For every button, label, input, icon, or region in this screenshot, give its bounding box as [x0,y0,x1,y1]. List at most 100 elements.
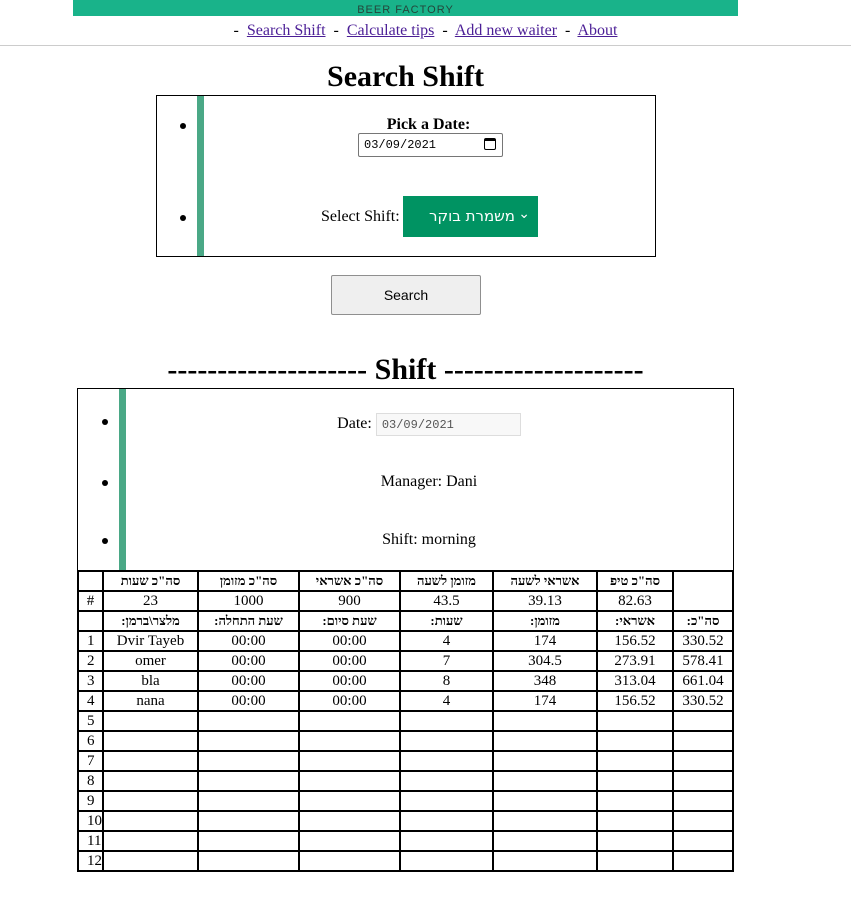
table-cell [298,770,401,792]
table-cell [197,710,300,732]
nav-link-about[interactable]: About [577,22,617,39]
table-cell [596,770,674,792]
waiters-header: אשראי: [596,610,674,632]
table-cell [492,710,598,732]
table-cell: 4 [399,690,494,712]
table-cell [596,830,674,852]
table-cell [596,810,674,832]
bullet [102,480,108,486]
table-cell [102,830,199,852]
summary-value: 23 [102,590,199,612]
table-cell: 156.52 [596,630,674,652]
table-cell [596,850,674,872]
calendar-icon[interactable] [484,138,496,150]
table-cell: omer [102,650,199,672]
table-cell [298,710,401,732]
waiters-header: מזומן: [492,610,598,632]
table-cell: 330.52 [672,630,734,652]
table-cell [298,750,401,772]
table-cell: 00:00 [197,630,300,652]
row-index: 1 [77,630,104,652]
table-cell: 578.41 [672,650,734,672]
table-cell [672,770,734,792]
table-cell [492,790,598,812]
shift-select[interactable]: משמרת בוקר ⌄ [403,196,538,237]
summary-value: 43.5 [399,590,494,612]
table-cell: 313.04 [596,670,674,692]
row-index: 7 [77,750,104,772]
table-cell [298,810,401,832]
summary-header: סה"כ טיפ [596,570,674,592]
waiters-header: מלצר\ברמן: [102,610,199,632]
summary-header: סה"כ אשראי [298,570,401,592]
row-index: 3 [77,670,104,692]
shift-date-row: Date: 03/09/2021 [125,413,733,436]
table-row: 1 Dvir Tayeb 00:00 00:00 4 174 156.52 330.52 [77,630,734,652]
table-cell [197,810,300,832]
table-cell [399,810,494,832]
nav-link-add-waiter[interactable]: Add new waiter [455,22,557,39]
table-row: 11 [77,830,734,852]
shift-info: Date: 03/09/2021 Manager: Dani Shift: mo… [77,388,734,571]
table-cell [596,750,674,772]
table-cell: 273.91 [596,650,674,672]
row-index: 6 [77,730,104,752]
table-cell [102,790,199,812]
summary-value: 900 [298,590,401,612]
table-cell [102,710,199,732]
shift-date-label: Date: [337,415,372,433]
table-cell: 304.5 [492,650,598,672]
bullet [180,215,186,221]
shift-manager: Manager: Dani [380,473,478,490]
table-cell [399,790,494,812]
table-cell [102,750,199,772]
table-cell: 00:00 [298,650,401,672]
table-cell [298,790,401,812]
table-cell: 174 [492,630,598,652]
table-cell [399,770,494,792]
table-cell: 00:00 [298,670,401,692]
table-cell [492,850,598,872]
nav-link-calculate-tips[interactable]: Calculate tips [347,22,435,39]
search-button[interactable]: Search [331,275,481,315]
summary-values-row: # 23 1000 900 43.5 39.13 82.63 [77,590,733,612]
bullet [180,123,186,129]
summary-value: 39.13 [492,590,598,612]
table-cell [672,710,734,732]
table-cell [399,750,494,772]
table-cell [102,850,199,872]
table-row: 8 [77,770,734,792]
shift-table: סה"כ שעות סה"כ מזומן סה"כ אשראי מזומן לש… [77,570,734,872]
table-row: 7 [77,750,734,772]
summary-header: אשראי לשעה [492,570,598,592]
shift-type: Shift: morning [382,531,476,548]
table-cell: bla [102,670,199,692]
table-cell [102,810,199,832]
summary-header: מזומן לשעה [399,570,494,592]
summary-header: סה"כ מזומן [197,570,300,592]
nav-link-search-shift[interactable]: Search Shift [247,22,326,39]
table-cell [298,830,401,852]
table-cell [492,830,598,852]
date-input[interactable]: 03/09/2021 [358,133,503,157]
chevron-down-icon: ⌄ [518,206,530,222]
table-cell [492,730,598,752]
waiters-header: שעת התחלה: [197,610,300,632]
bullet [102,419,108,425]
row-index: 5 [77,710,104,732]
table-row: 12 [77,850,734,872]
summary-header-row: סה"כ שעות סה"כ מזומן סה"כ אשראי מזומן לש… [77,570,734,612]
row-index: 9 [77,790,104,812]
table-cell [672,810,734,832]
pick-date-label: Pick a Date: [386,116,471,133]
nav-divider [0,45,851,46]
table-cell: 156.52 [596,690,674,712]
table-cell [399,850,494,872]
table-cell [197,790,300,812]
table-cell [672,730,734,752]
brand-text: BEER FACTORY [357,4,454,16]
table-cell: 7 [399,650,494,672]
table-cell [672,830,734,852]
table-cell [492,770,598,792]
table-cell [298,730,401,752]
